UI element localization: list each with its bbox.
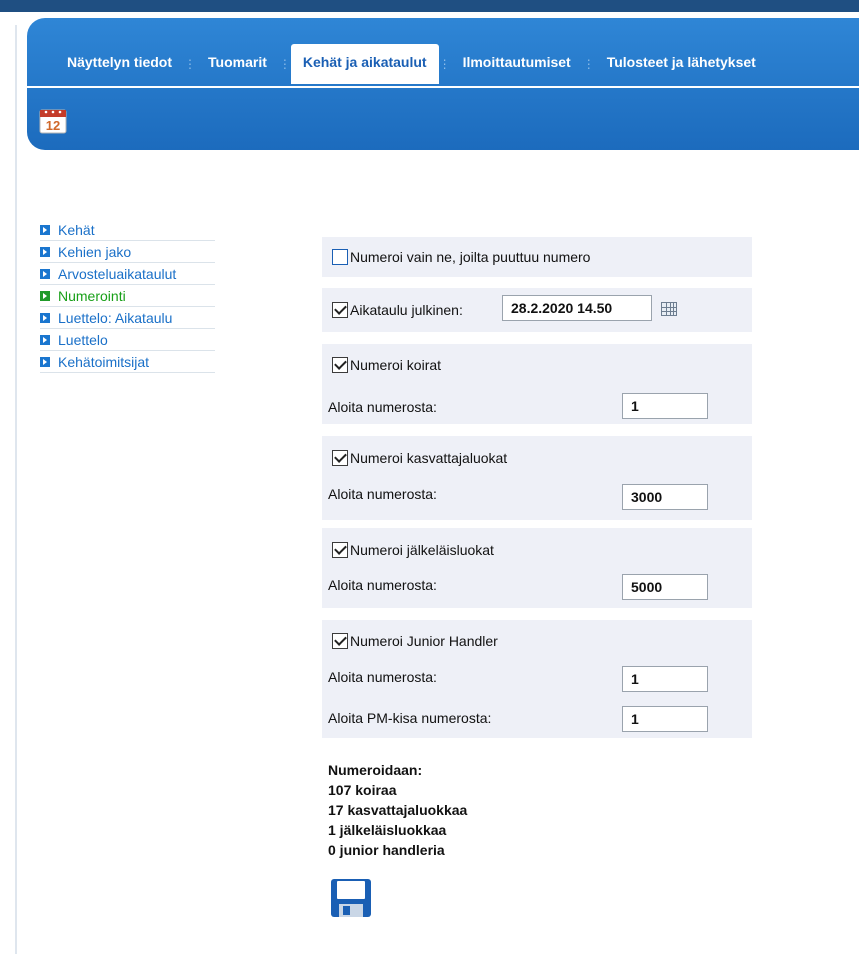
start-from-label: Aloita numerosta: — [328, 399, 437, 415]
dogs-start-input[interactable] — [622, 393, 708, 419]
chevron-right-icon — [40, 312, 50, 323]
tab-divider: ⋮ — [184, 57, 197, 71]
sidebar-item-kehien-jako[interactable]: Kehien jako — [40, 241, 215, 263]
only-missing-checkbox[interactable] — [332, 249, 348, 265]
calendar-picker-icon[interactable] — [661, 302, 677, 316]
schedule-public-checkbox[interactable] — [332, 302, 348, 318]
sidebar-item-label: Luettelo: Aikataulu — [58, 309, 173, 326]
tab-tuomarit[interactable]: Tuomarit — [196, 44, 279, 84]
schedule-public-label: Aikataulu julkinen: — [350, 302, 463, 318]
only-missing-row: Numeroi vain ne, joilta puuttuu numero — [332, 249, 590, 265]
summary-line-dogs: 107 koiraa — [328, 782, 397, 798]
header-band — [27, 18, 859, 150]
pm-start-label: Aloita PM-kisa numerosta: — [328, 710, 492, 726]
tab-divider: ⋮ — [582, 57, 595, 71]
breeder-start-input[interactable] — [622, 484, 708, 510]
calendar-icon: 12 — [39, 109, 67, 134]
sidebar-item-label: Numerointi — [58, 287, 126, 304]
schedule-public-row: Aikataulu julkinen: — [332, 302, 463, 318]
page-left-border — [15, 25, 17, 954]
sidebar-item-label: Kehätoimitsijat — [58, 353, 150, 370]
summary-line-breeder: 17 kasvattajaluokkaa — [328, 802, 468, 818]
progeny-panel: Numeroi jälkeläisluokat Aloita numerosta… — [322, 528, 752, 608]
sidebar: Kehät Kehien jako Arvosteluaikataulut Nu… — [40, 219, 215, 373]
junior-row: Numeroi Junior Handler — [332, 633, 498, 649]
tab-divider: ⋮ — [278, 57, 291, 71]
breeder-panel: Numeroi kasvattajaluokat Aloita numerost… — [322, 436, 752, 520]
chevron-right-icon — [40, 356, 50, 367]
breeder-checkbox[interactable] — [332, 450, 348, 466]
dogs-panel: Numeroi koirat Aloita numerosta: — [322, 344, 752, 424]
chevron-right-icon — [40, 290, 50, 301]
progeny-start-row: Aloita numerosta: — [328, 577, 437, 593]
sidebar-item-label: Arvosteluaikataulut — [58, 265, 177, 282]
start-from-label: Aloita numerosta: — [328, 577, 437, 593]
sidebar-item-luettelo-aikataulu[interactable]: Luettelo: Aikataulu — [40, 307, 215, 329]
breeder-label: Numeroi kasvattajaluokat — [350, 450, 508, 466]
dogs-row: Numeroi koirat — [332, 357, 441, 373]
breeder-start-row: Aloita numerosta: — [328, 486, 437, 502]
tab-tulosteet-ja-lahetykset[interactable]: Tulosteet ja lähetykset — [595, 44, 768, 84]
dogs-label: Numeroi koirat — [350, 357, 442, 373]
chevron-right-icon — [40, 246, 50, 257]
junior-start-input[interactable] — [622, 666, 708, 692]
calendar-icon-date: 12 — [46, 118, 60, 133]
dogs-start-row: Aloita numerosta: — [328, 399, 437, 415]
only-missing-panel: Numeroi vain ne, joilta puuttuu numero — [322, 237, 752, 277]
numbering-summary: Numeroidaan: 107 koiraa 17 kasvattajaluo… — [328, 760, 467, 860]
sidebar-item-arvosteluaikataulut[interactable]: Arvosteluaikataulut — [40, 263, 215, 285]
progeny-checkbox[interactable] — [332, 542, 348, 558]
summary-line-progeny: 1 jälkeläisluokkaa — [328, 822, 447, 838]
junior-start-row: Aloita numerosta: — [328, 669, 437, 685]
breeder-row: Numeroi kasvattajaluokat — [332, 450, 507, 466]
chevron-right-icon — [40, 334, 50, 345]
top-bar — [0, 0, 859, 18]
pm-start-row: Aloita PM-kisa numerosta: — [328, 710, 491, 726]
chevron-right-icon — [40, 268, 50, 279]
pm-start-input[interactable] — [622, 706, 708, 732]
progeny-start-input[interactable] — [622, 574, 708, 600]
only-missing-label: Numeroi vain ne, joilta puuttuu numero — [350, 249, 591, 265]
sidebar-item-numerointi[interactable]: Numerointi — [40, 285, 215, 307]
junior-checkbox[interactable] — [332, 633, 348, 649]
start-from-label: Aloita numerosta: — [328, 669, 437, 685]
dogs-checkbox[interactable] — [332, 357, 348, 373]
schedule-date-input[interactable] — [502, 295, 652, 321]
summary-line-junior: 0 junior handleria — [328, 842, 445, 858]
sidebar-item-label: Luettelo — [58, 331, 108, 348]
header-divider — [27, 86, 859, 88]
junior-panel: Numeroi Junior Handler Aloita numerosta:… — [322, 620, 752, 738]
sidebar-item-kehatoimitsijat[interactable]: Kehätoimitsijat — [40, 351, 215, 373]
summary-title: Numeroidaan: — [328, 762, 423, 778]
tab-kehat-ja-aikataulut[interactable]: Kehät ja aikataulut — [290, 44, 439, 84]
main-tabs: Näyttelyn tiedot ⋮ Tuomarit ⋮ Kehät ja a… — [27, 44, 768, 84]
sidebar-item-luettelo[interactable]: Luettelo — [40, 329, 215, 351]
progeny-row: Numeroi jälkeläisluokat — [332, 542, 494, 558]
schedule-public-panel: Aikataulu julkinen: — [322, 288, 752, 332]
junior-label: Numeroi Junior Handler — [350, 633, 498, 649]
save-icon[interactable] — [330, 878, 372, 918]
sidebar-item-label: Kehät — [58, 221, 95, 238]
start-from-label: Aloita numerosta: — [328, 486, 437, 502]
sidebar-item-label: Kehien jako — [58, 243, 132, 260]
tab-divider: ⋮ — [438, 57, 451, 71]
tab-nayttelyn-tiedot[interactable]: Näyttelyn tiedot — [27, 44, 184, 84]
tab-ilmoittautumiset[interactable]: Ilmoittautumiset — [451, 44, 583, 84]
chevron-right-icon — [40, 224, 50, 235]
sidebar-item-kehat[interactable]: Kehät — [40, 219, 215, 241]
progeny-label: Numeroi jälkeläisluokat — [350, 542, 494, 558]
